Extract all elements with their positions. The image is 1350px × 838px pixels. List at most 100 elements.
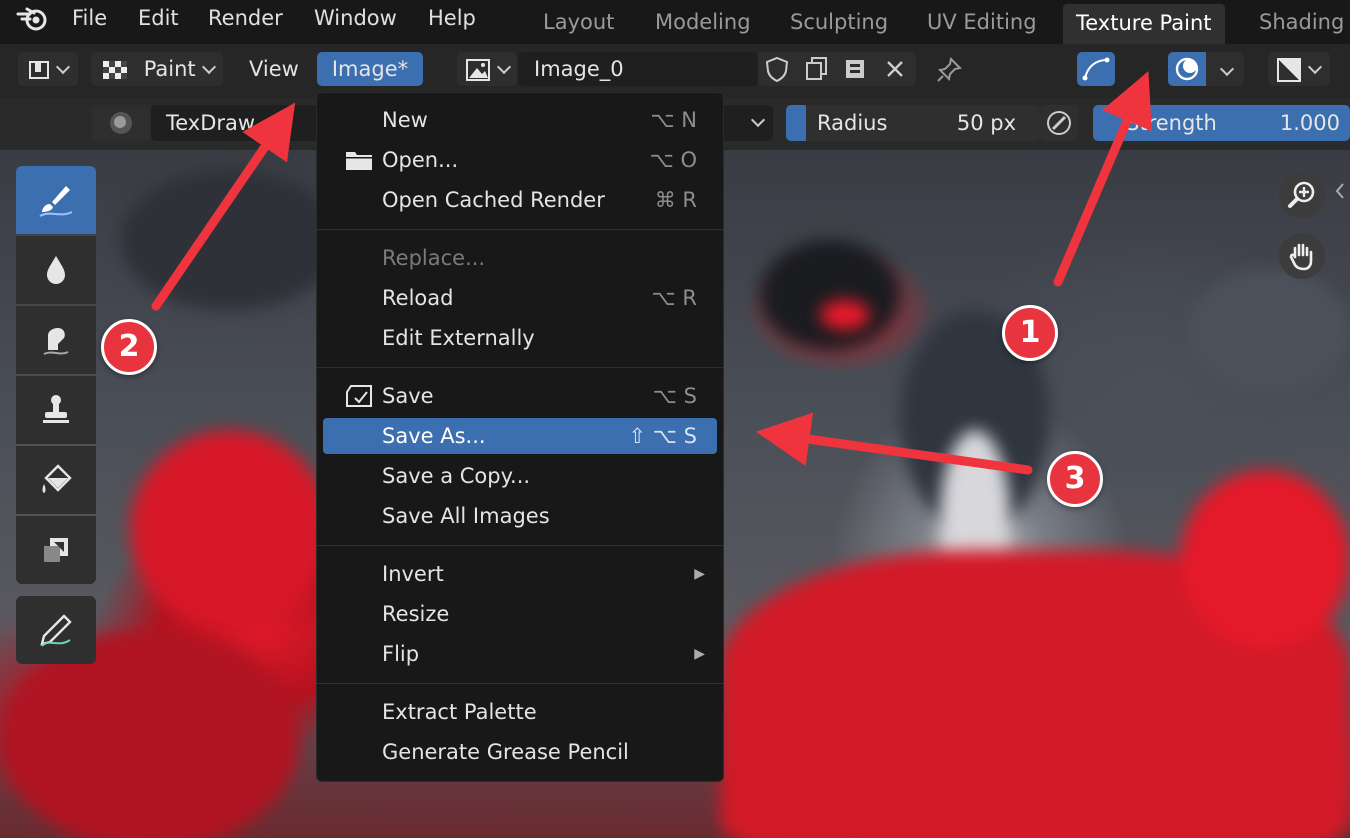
strength-value: 1.000: [1279, 111, 1340, 135]
zoom-in-icon: [1288, 181, 1315, 208]
new-image-icon[interactable]: [840, 54, 870, 84]
menu-item-label: Save a Copy...: [382, 464, 531, 488]
menu-item-flip[interactable]: Flip ▶: [323, 636, 717, 672]
brush-icon: [39, 186, 73, 217]
menu-item-shortcut: ⌥ R: [651, 286, 697, 310]
editor-type-button[interactable]: [18, 52, 78, 86]
smear-tool-button[interactable]: [16, 306, 96, 374]
close-icon[interactable]: [880, 54, 910, 84]
menu-item-shortcut: ⌥ S: [652, 384, 697, 408]
draw-tool-button[interactable]: [16, 166, 96, 234]
menu-item-label: Resize: [382, 602, 450, 626]
top-menubar: File Edit Render Window Help Layout Mode…: [0, 0, 1350, 44]
image-icon: [466, 59, 490, 81]
uv-sync-button[interactable]: [1077, 52, 1115, 86]
menu-item-shortcut: ⌘ R: [654, 188, 697, 212]
zoom-button[interactable]: [1279, 172, 1325, 218]
menu-separator: [317, 545, 723, 546]
texture-region: [760, 240, 900, 350]
tab-shading[interactable]: Shading: [1259, 10, 1344, 34]
soften-tool-button[interactable]: [16, 236, 96, 304]
annotate-tool-button[interactable]: [16, 596, 96, 664]
tab-layout[interactable]: Layout: [543, 10, 614, 34]
duplicate-icon[interactable]: [802, 54, 832, 84]
menu-item-label: New: [382, 108, 428, 132]
menu-item-open-cached-render[interactable]: Open Cached Render ⌘ R: [323, 182, 717, 218]
smear-icon: [43, 328, 69, 355]
menu-item-label: Generate Grease Pencil: [382, 740, 629, 764]
submenu-arrow-icon: ▶: [694, 566, 705, 582]
radius-slider[interactable]: Radius 50 px: [786, 105, 1040, 141]
clone-tool-button[interactable]: [16, 376, 96, 444]
menu-item-label: Open...: [382, 148, 459, 172]
menu-separator: [317, 367, 723, 368]
menu-item-new[interactable]: New ⌥ N: [323, 102, 717, 138]
sidebar-toggle-chevron-icon[interactable]: [1333, 180, 1347, 202]
tab-sculpting[interactable]: Sculpting: [790, 10, 888, 34]
chevron-down-icon: [1307, 59, 1323, 75]
browse-image-button[interactable]: [457, 52, 517, 86]
menu-item-edit-externally[interactable]: Edit Externally: [323, 320, 717, 356]
uv-curve-icon: [1082, 57, 1110, 81]
view-menu[interactable]: View: [249, 52, 299, 86]
menu-item-label: Open Cached Render: [382, 188, 605, 212]
drop-icon: [47, 256, 65, 284]
menu-edit[interactable]: Edit: [138, 6, 179, 30]
hand-icon: [1289, 243, 1313, 271]
radius-value: 50 px: [956, 111, 1016, 135]
menu-item-label: Edit Externally: [382, 326, 535, 350]
brush-preview-button[interactable]: [92, 105, 150, 141]
tab-modeling[interactable]: Modeling: [655, 10, 751, 34]
pan-button[interactable]: [1279, 233, 1325, 279]
menu-item-reload[interactable]: Reload ⌥ R: [323, 280, 717, 316]
overlay-button[interactable]: [1168, 52, 1244, 86]
stamp-icon: [43, 395, 69, 423]
chevron-down-icon: [750, 112, 766, 128]
menu-item-save-all-images[interactable]: Save All Images: [323, 498, 717, 534]
mask-icon: [44, 538, 68, 562]
menu-item-label: Flip: [382, 642, 420, 666]
menu-item-extract-palette[interactable]: Extract Palette: [323, 694, 717, 730]
save-icon: [346, 385, 372, 407]
tab-texture-paint[interactable]: Texture Paint: [1063, 4, 1225, 44]
menu-item-invert[interactable]: Invert ▶: [323, 556, 717, 592]
menu-item-save[interactable]: Save ⌥ S: [323, 378, 717, 414]
brush-preview-icon: [110, 112, 132, 134]
radius-pressure-button[interactable]: [1040, 105, 1078, 141]
texture-region: [1180, 470, 1350, 650]
menu-render[interactable]: Render: [208, 6, 283, 30]
menu-help[interactable]: Help: [428, 6, 476, 30]
image-editor-header: Paint View Image* Image_0: [0, 44, 1350, 98]
menu-separator: [317, 229, 723, 230]
image-datablock-buttons: [758, 52, 916, 86]
menu-item-shortcut: ⇧ ⌥ S: [628, 424, 697, 448]
folder-icon: [346, 152, 372, 170]
annotation-badge-3: 3: [1047, 451, 1103, 507]
strength-slider[interactable]: Strength 1.000: [1093, 105, 1350, 141]
menu-item-resize[interactable]: Resize: [323, 596, 717, 632]
overlay-toggle[interactable]: [1168, 52, 1206, 86]
menu-item-label: Invert: [382, 562, 444, 586]
image-menu[interactable]: Image*: [317, 52, 423, 86]
display-channels-button[interactable]: [1268, 52, 1330, 86]
menu-window[interactable]: Window: [314, 6, 397, 30]
mode-selector[interactable]: Paint: [91, 52, 223, 86]
fake-user-shield-icon[interactable]: [762, 54, 792, 84]
tab-uv-editing[interactable]: UV Editing: [927, 10, 1037, 34]
annotation-badge-2: 2: [101, 319, 157, 375]
menu-item-save-as[interactable]: Save As... ⇧ ⌥ S: [323, 418, 717, 454]
menu-item-label: Extract Palette: [382, 700, 537, 724]
brush-name: TexDraw: [166, 111, 256, 135]
chevron-down-icon: [496, 59, 512, 75]
menu-item-label: Save: [382, 384, 434, 408]
pin-icon[interactable]: [933, 54, 965, 86]
fill-tool-button[interactable]: [16, 446, 96, 514]
menu-file[interactable]: File: [72, 6, 107, 30]
mask-tool-button[interactable]: [16, 516, 96, 584]
menu-item-generate-grease-pencil[interactable]: Generate Grease Pencil: [323, 734, 717, 770]
blender-logo-icon[interactable]: [16, 5, 52, 33]
menu-item-save-a-copy[interactable]: Save a Copy...: [323, 458, 717, 494]
menu-item-open[interactable]: Open... ⌥ O: [323, 142, 717, 178]
image-dropdown-menu: New ⌥ N Open... ⌥ O Open Cached Render ⌘…: [316, 92, 724, 782]
image-name-field[interactable]: Image_0: [518, 52, 758, 86]
